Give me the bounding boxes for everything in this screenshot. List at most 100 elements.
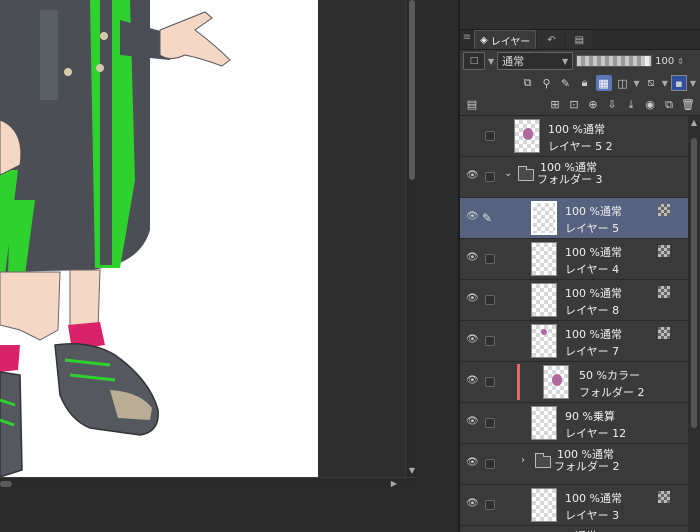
layer-thumbnail[interactable] — [543, 365, 569, 399]
layer-name[interactable]: フォルダー 2 — [554, 458, 620, 474]
chevron-down-icon[interactable]: ▼ — [634, 79, 640, 88]
eye-visibility-icon[interactable]: 👁︎ — [466, 417, 479, 427]
new-vector-layer-icon[interactable]: ⊡ — [566, 97, 582, 113]
canvas-horizontal-scrollbar[interactable]: ▶ — [0, 477, 418, 490]
tab-auto-action[interactable]: ▤ — [566, 30, 593, 49]
layer-thumbnail[interactable] — [531, 283, 557, 317]
layer-select-checkbox[interactable] — [485, 172, 495, 182]
layer-name[interactable]: レイヤー 5 2 — [548, 138, 613, 154]
layer-options-toolbar: ⧉ ⚲ ✎ 🔒︎ ▦ ◫ ▼ ⧅ ▼ ▪ ▼ — [460, 72, 700, 94]
chevron-down-icon[interactable]: ▼ — [488, 57, 494, 66]
panel-header-empty — [460, 0, 700, 30]
new-raster-layer-icon[interactable]: ⊞ — [547, 97, 563, 113]
transfer-down-icon[interactable]: ⇩ — [604, 97, 620, 113]
layer-folder-row[interactable]: 👁︎⌄100 %通常フォルダー 1 — [460, 526, 688, 532]
blend-mode-select[interactable]: 通常 ▼ — [497, 52, 574, 70]
layer-name[interactable]: レイヤー 4 — [565, 261, 619, 277]
eye-visibility-icon[interactable]: 👁︎ — [466, 212, 479, 222]
layer-row[interactable]: 👁︎ 100 %通常 レイヤー 8 — [460, 280, 688, 321]
layer-select-checkbox[interactable] — [485, 418, 495, 428]
mask-show-icon[interactable]: ⧅ — [643, 75, 659, 91]
layer-name[interactable]: レイヤー 3 — [565, 507, 619, 523]
tab-undo-history[interactable]: ↶ — [538, 30, 565, 49]
layer-thumbnail[interactable] — [531, 242, 557, 276]
tab-layers-label: レイヤー — [490, 36, 531, 48]
layer-select-checkbox[interactable] — [485, 295, 495, 305]
scroll-up-arrow-icon[interactable]: ▲ — [688, 118, 700, 127]
layer-select-checkbox[interactable] — [485, 500, 495, 510]
mask-enable-icon[interactable]: ◫ — [615, 75, 631, 91]
layer-row[interactable]: 👁︎ 100 %通常 レイヤー 3 — [460, 485, 688, 526]
chevron-down-icon[interactable]: ▼ — [690, 79, 696, 88]
combine-down-icon[interactable]: ⤓ — [623, 97, 639, 113]
layer-select-checkbox[interactable] — [485, 254, 495, 264]
canvas-vertical-scrollbar[interactable]: ▼ — [405, 0, 418, 477]
eye-visibility-icon[interactable] — [466, 130, 478, 140]
layer-row[interactable]: 👁︎ 100 %通常 レイヤー 4 — [460, 239, 688, 280]
layer-row[interactable]: 👁︎ ✎ 100 %通常 レイヤー 5 — [460, 198, 688, 239]
vertical-scroll-thumb[interactable] — [409, 0, 415, 180]
tab-layers[interactable]: ◈ レイヤー — [474, 30, 537, 49]
delete-layer-icon[interactable]: 🗑︎ — [680, 97, 696, 113]
reference-layer-icon[interactable]: ⚲ — [539, 75, 555, 91]
layer-name[interactable]: フォルダー 3 — [537, 171, 603, 187]
layer-select-checkbox[interactable] — [485, 459, 495, 469]
pen-edit-icon: ✎ — [482, 211, 493, 225]
eye-visibility-icon[interactable]: 👁︎ — [466, 376, 479, 386]
lock-transparency-icon[interactable]: ▦ — [595, 75, 612, 91]
chevron-down-icon[interactable]: ▼ — [662, 79, 668, 88]
layer-name[interactable]: フォルダー 2 — [579, 384, 645, 400]
layer-name[interactable]: レイヤー 12 — [565, 425, 626, 441]
bottom-status-strip — [0, 490, 458, 532]
chevron-right-icon[interactable]: › — [521, 455, 525, 466]
draft-layer-icon[interactable]: ✎ — [558, 75, 574, 91]
panel-menu-icon[interactable]: ≡ — [460, 29, 474, 49]
layer-color-icon[interactable]: ▪ — [670, 75, 687, 91]
chevron-down-icon[interactable]: ⌄ — [504, 168, 512, 179]
layer-thumbnail[interactable] — [531, 201, 557, 235]
eye-visibility-icon[interactable]: 👁︎ — [466, 171, 479, 181]
layer-thumbnail[interactable] — [514, 119, 540, 153]
layer-list-scroll-thumb[interactable] — [691, 138, 697, 428]
opacity-stepper-icon[interactable]: ⇕ — [677, 57, 684, 66]
eye-visibility-icon[interactable]: 👁︎ — [466, 294, 479, 304]
layer-name[interactable]: レイヤー 8 — [565, 302, 619, 318]
canvas-area[interactable]: ▼ ▶ — [0, 0, 418, 490]
layer-name[interactable]: レイヤー 5 — [565, 220, 619, 236]
layer-folder-row[interactable]: 👁︎ › 100 %通常 フォルダー 2 — [460, 444, 688, 485]
layer-select-checkbox[interactable] — [485, 377, 495, 387]
layer-row[interactable]: 👁︎ 100 %通常 レイヤー 7 — [460, 321, 688, 362]
layer-property-button[interactable]: □ — [463, 52, 485, 70]
layer-row[interactable]: 👁︎ 50 %カラー フォルダー 2 — [460, 362, 688, 403]
layer-row[interactable]: 👁︎ 90 %乗算 レイヤー 12 — [460, 403, 688, 444]
auto-action-icon: ▤ — [574, 34, 585, 46]
opacity-value[interactable]: 100 — [655, 56, 674, 67]
layer-select-checkbox[interactable] — [485, 336, 495, 346]
layer-actions-toolbar: ▤ ⊞ ⊡ ⊕ ⇩ ⤓ ◉ ⧉ 🗑︎ — [460, 94, 700, 116]
eye-visibility-icon[interactable]: 👁︎ — [466, 253, 479, 263]
eye-visibility-icon[interactable]: 👁︎ — [466, 499, 479, 509]
eye-visibility-icon[interactable]: 👁︎ — [466, 335, 479, 345]
layer-name[interactable]: レイヤー 7 — [565, 343, 619, 359]
duplicate-layer-icon[interactable]: ⧉ — [661, 97, 677, 113]
canvas-artwork[interactable] — [0, 0, 318, 477]
new-folder-icon[interactable]: ⊕ — [585, 97, 601, 113]
opacity-slider-handle[interactable] — [645, 56, 650, 66]
scroll-down-arrow-icon[interactable]: ▼ — [406, 465, 418, 477]
eye-visibility-icon[interactable]: 👁︎ — [466, 458, 479, 468]
layer-row[interactable]: 100 %通常 レイヤー 5 2 — [460, 116, 688, 157]
layer-select-checkbox[interactable] — [485, 131, 495, 141]
scroll-right-arrow-icon[interactable]: ▶ — [388, 478, 400, 490]
horizontal-scroll-thumb[interactable] — [0, 481, 12, 487]
clip-to-below-icon[interactable]: ⧉ — [520, 75, 536, 91]
lock-icon[interactable]: 🔒︎ — [577, 75, 593, 91]
layer-thumbnail[interactable] — [531, 406, 557, 440]
layer-folder-row[interactable]: 👁︎ ⌄ 100 %通常 フォルダー 3 — [460, 157, 688, 198]
layer-thumbnail[interactable] — [531, 324, 557, 358]
layer-list[interactable]: 100 %通常 レイヤー 5 2 👁︎ ⌄ 100 %通常 フォルダー 3 👁︎ ✎ 100 %… — [460, 116, 688, 532]
layer-list-scrollbar[interactable]: ▲ — [688, 116, 700, 532]
layer-mask-icon[interactable]: ◉ — [642, 97, 658, 113]
panel-options-icon[interactable]: ▤ — [464, 97, 480, 113]
layer-thumbnail[interactable] — [531, 488, 557, 522]
opacity-slider[interactable] — [576, 55, 653, 67]
